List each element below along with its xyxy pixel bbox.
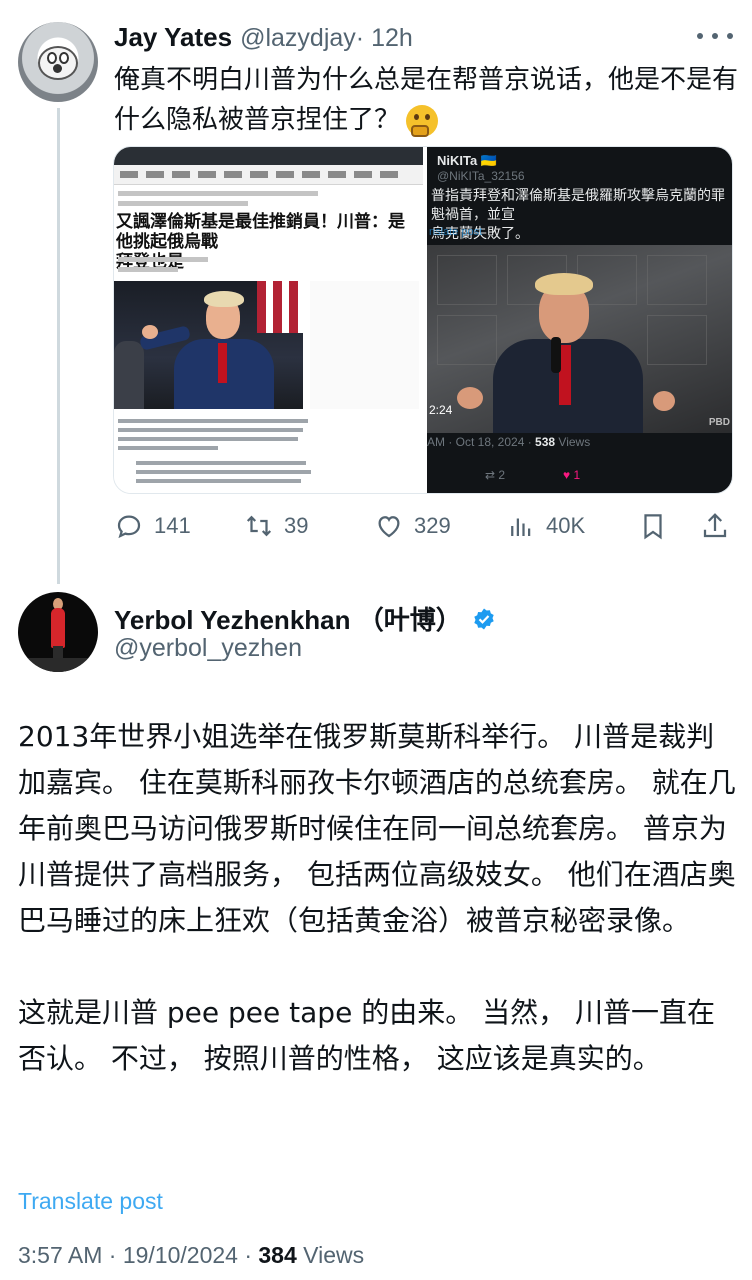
quoted-handle: @NiKITa_32156: [437, 169, 525, 183]
reply-icon: [117, 515, 141, 539]
avatar[interactable]: [18, 22, 98, 102]
quoted-author: NiKITa 🇺🇦: [437, 153, 498, 168]
retweet-count: 39: [284, 513, 309, 538]
heart-icon: [378, 516, 400, 538]
like-button[interactable]: 329: [374, 508, 451, 544]
retweet-button[interactable]: 39: [244, 508, 308, 544]
tweet-text: 俺真不明白川普为什么总是在帮普京说话，他是不是有什么隐私被普京捏住了？: [114, 60, 739, 140]
thinking-face-icon: [406, 104, 439, 137]
view-count: 40K: [546, 513, 586, 538]
like-count: 329: [414, 513, 451, 538]
timestamp-text[interactable]: 3:57 AM · 19/10/2024 ·: [18, 1242, 258, 1268]
video-timecode: 2:24: [429, 403, 453, 417]
more-options-icon[interactable]: [697, 26, 733, 46]
tweet-paragraph-1: 2013年世界小姐选举在俄罗斯莫斯科举行。 川普是裁判加嘉宾。 住在莫斯科丽孜卡…: [18, 720, 736, 937]
share-button[interactable]: [700, 508, 730, 544]
tweet-time[interactable]: · 12h: [356, 24, 413, 53]
thread-line: [57, 108, 60, 584]
avatar-face: [38, 46, 78, 80]
bookmark-button[interactable]: [638, 508, 668, 544]
quoted-retweet-icon: ⇄ 2: [485, 468, 506, 482]
retweet-icon: [246, 515, 272, 537]
translate-post-link[interactable]: Translate post: [18, 1188, 163, 1215]
tweet-media[interactable]: 又諷澤倫斯基是最佳推銷員！川普：是他挑起俄烏戰 拜登也是 NiKITa 🇺🇦 @…: [113, 146, 733, 494]
reply-count: 141: [154, 513, 191, 538]
tweet-action-bar: 141 39 329 40K: [114, 508, 734, 544]
reply-button[interactable]: 141: [114, 508, 191, 544]
tweet-header: Jay Yates @lazydjay · 12h: [114, 22, 413, 54]
bookmark-icon: [644, 514, 662, 540]
quoted-meta: AM · Oct 18, 2024 · 538 Views: [427, 435, 591, 449]
author-handle[interactable]: @yerbol_yezhen: [114, 634, 302, 663]
author-name[interactable]: Jay Yates: [114, 22, 232, 53]
author-handle[interactable]: @lazydjay: [240, 24, 356, 53]
share-icon: [703, 513, 727, 538]
views-label: Views: [296, 1242, 365, 1268]
tweet-body: 2013年世界小姐选举在俄罗斯莫斯科举行。 川普是裁判加嘉宾。 住在莫斯科丽孜卡…: [18, 714, 738, 1128]
tweet-timestamp: 3:57 AM · 19/10/2024 · 384 Views: [18, 1242, 364, 1269]
tweet-jay-yates: Jay Yates @lazydjay · 12h 俺真不明白川普为什么总是在帮…: [0, 0, 752, 584]
news-article-image[interactable]: 又諷澤倫斯基是最佳推銷員！川普：是他挑起俄烏戰 拜登也是: [114, 147, 423, 493]
tweet-yerbol: Yerbol Yezhenkhan （叶博） @yerbol_yezhen 20…: [0, 586, 752, 1280]
views-button[interactable]: 40K: [506, 508, 585, 544]
news-headline: 又諷澤倫斯基是最佳推銷員！川普：是他挑起俄烏戰 拜登也是: [116, 212, 405, 272]
news-photo: [114, 281, 303, 409]
quoted-actions: ⇄ 2 ♥ 1: [427, 465, 732, 487]
tweet-paragraph-2: 这就是川普 pee pee tape 的由来。 当然， 川普一直在否认。 不过，…: [18, 996, 715, 1075]
quoted-translate-link: nslate post: [429, 226, 483, 238]
views-count: 384: [258, 1242, 297, 1268]
video-corner-logo: PBD: [708, 417, 730, 428]
verified-badge-icon: [474, 608, 494, 629]
author-name-row: Yerbol Yezhenkhan （叶博）: [114, 600, 496, 637]
author-name[interactable]: Yerbol Yezhenkhan （叶博）: [114, 600, 462, 637]
quoted-video: 2:24 PBD: [427, 245, 732, 433]
quoted-like-icon: ♥ 1: [563, 468, 581, 482]
quoted-post-image[interactable]: NiKITa 🇺🇦 @NiKITa_32156 普指責拜登和澤倫斯基是俄羅斯攻擊…: [427, 147, 732, 493]
bar-chart-icon: [511, 518, 531, 536]
avatar[interactable]: [18, 592, 98, 672]
